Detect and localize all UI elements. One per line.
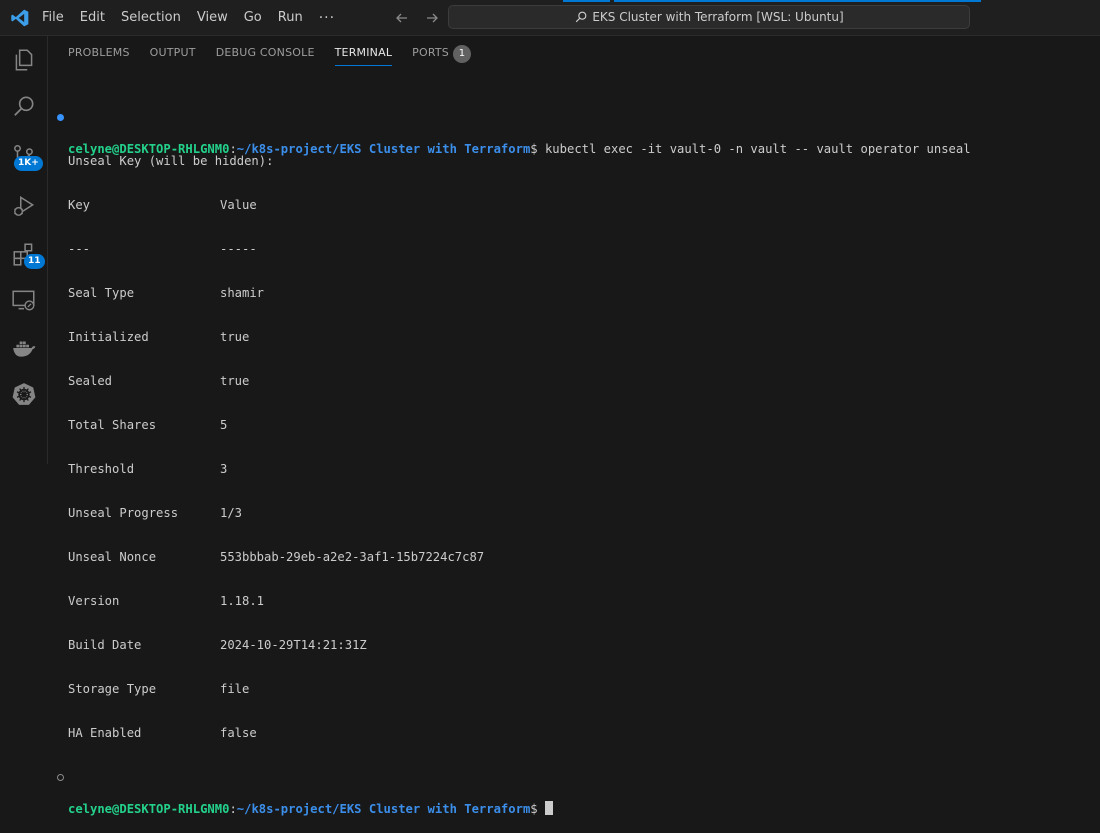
command-center-label: EKS Cluster with Terraform [WSL: Ubuntu] [592, 10, 844, 24]
prompt-symbol: $ [530, 802, 538, 816]
separator-value: ----- [220, 242, 257, 256]
prompt-path: ~/k8s-project/EKS Cluster with Terraform [236, 802, 531, 816]
files-icon [15, 49, 33, 71]
explorer-button[interactable] [0, 36, 48, 84]
row-key: Sealed [68, 374, 113, 388]
command-decoration-empty-icon[interactable] [57, 774, 64, 781]
row-value: 5 [220, 418, 228, 432]
table-row: HA Enabled false [58, 725, 1098, 741]
prompt-user: celyne@DESKTOP-RHLGNM0 [68, 802, 230, 816]
remote-explorer-button[interactable] [0, 276, 48, 324]
row-key: Unseal Nonce [68, 550, 157, 564]
tab-terminal[interactable]: TERMINAL [325, 36, 403, 70]
table-row: Initialized true [58, 329, 1098, 345]
docker-icon [13, 341, 36, 357]
tab-ports[interactable]: PORTS 1 [402, 36, 481, 70]
row-value: file [220, 682, 250, 696]
accent-line [563, 0, 981, 2]
search-button[interactable] [0, 82, 48, 130]
back-arrow-icon[interactable] [392, 8, 412, 28]
remote-explorer-icon [12, 290, 35, 311]
table-row: Storage Type file [58, 681, 1098, 697]
row-value: 1.18.1 [220, 594, 265, 608]
command-line: celyne@DESKTOP-RHLGNM0:~/k8s-project/EKS… [57, 109, 1098, 156]
header-key: Key [68, 198, 91, 212]
vscode-logo-icon[interactable] [10, 8, 30, 28]
table-row: Sealed true [58, 373, 1098, 389]
row-key: Seal Type [68, 286, 135, 300]
ports-count-badge: 1 [453, 45, 471, 63]
menu-file[interactable]: File [34, 0, 72, 36]
row-key: Threshold [68, 462, 135, 476]
table-row: Version 1.18.1 [58, 593, 1098, 609]
row-value: 553bbbab-29eb-a2e2-3af1-15b7224c7c87 [220, 550, 485, 564]
header-value: Value [220, 198, 257, 212]
navigation-arrows [392, 8, 442, 28]
tab-ports-label: PORTS [412, 46, 449, 59]
row-key: Build Date [68, 638, 142, 652]
table-row: Build Date 2024-10-29T14:21:31Z [58, 637, 1098, 653]
row-key: Unseal Progress [68, 506, 179, 520]
menu-selection[interactable]: Selection [113, 0, 189, 36]
extensions-badge: 11 [24, 254, 45, 269]
menu-bar: File Edit Selection View Go Run ··· [34, 0, 343, 36]
row-key: Initialized [68, 330, 149, 344]
menu-view[interactable]: View [189, 0, 236, 36]
output-line: Unseal Key (will be hidden): [58, 153, 1098, 169]
terminal-output[interactable]: celyne@DESKTOP-RHLGNM0:~/k8s-project/EKS… [57, 81, 1098, 816]
row-value: false [220, 726, 257, 740]
menu-more-icon[interactable]: ··· [311, 0, 343, 36]
title-bar: File Edit Selection View Go Run ··· EKS … [0, 0, 1100, 36]
source-control-button[interactable]: 1K+ [0, 132, 48, 180]
row-key: Total Shares [68, 418, 157, 432]
prompt-line: celyne@DESKTOP-RHLGNM0:~/k8s-project/EKS… [57, 769, 1098, 816]
terminal-panel: PROBLEMS OUTPUT DEBUG CONSOLE TERMINAL P… [48, 36, 1100, 816]
table-row: Total Shares 5 [58, 417, 1098, 433]
row-value: shamir [220, 286, 265, 300]
command-center[interactable]: EKS Cluster with Terraform [WSL: Ubuntu] [448, 5, 970, 29]
prompt-colon: : [229, 802, 237, 816]
run-debug-button[interactable] [0, 182, 48, 230]
extensions-button[interactable]: 11 [0, 230, 48, 278]
row-value: true [220, 330, 250, 344]
output-line: --- ----- [58, 241, 1098, 257]
forward-arrow-icon[interactable] [422, 8, 442, 28]
menu-go[interactable]: Go [236, 0, 270, 36]
run-debug-icon [14, 195, 35, 216]
docker-button[interactable] [0, 324, 48, 372]
row-key: HA Enabled [68, 726, 142, 740]
unseal-key-prompt: Unseal Key (will be hidden): [68, 154, 274, 168]
menu-run[interactable]: Run [270, 0, 311, 36]
tab-debug-console[interactable]: DEBUG CONSOLE [206, 36, 325, 70]
search-icon [14, 96, 34, 116]
activity-bar: 1K+ 11 [0, 36, 48, 464]
menu-edit[interactable]: Edit [72, 0, 113, 36]
terminal-cursor [544, 801, 553, 815]
row-value: 1/3 [220, 506, 243, 520]
table-row: Unseal Nonce 553bbbab-29eb-a2e2-3af1-15b7… [58, 549, 1098, 565]
row-value: 2024-10-29T14:21:31Z [220, 638, 367, 652]
scm-badge: 1K+ [14, 156, 43, 171]
panel-tabs: PROBLEMS OUTPUT DEBUG CONSOLE TERMINAL P… [58, 36, 481, 70]
separator-key: --- [68, 242, 91, 256]
kubernetes-icon [12, 383, 36, 405]
tab-problems[interactable]: PROBLEMS [58, 36, 140, 70]
row-value: 3 [220, 462, 228, 476]
kubernetes-button[interactable] [0, 370, 48, 418]
row-key: Storage Type [68, 682, 157, 696]
output-line: Key Value [58, 197, 1098, 213]
command-decoration-success-icon[interactable] [57, 114, 64, 121]
table-row: Unseal Progress 1/3 [58, 505, 1098, 521]
table-row: Seal Type shamir [58, 285, 1098, 301]
row-key: Version [68, 594, 120, 608]
table-row: Threshold 3 [58, 461, 1098, 477]
row-value: true [220, 374, 250, 388]
tab-output[interactable]: OUTPUT [140, 36, 206, 70]
search-icon [576, 11, 587, 23]
